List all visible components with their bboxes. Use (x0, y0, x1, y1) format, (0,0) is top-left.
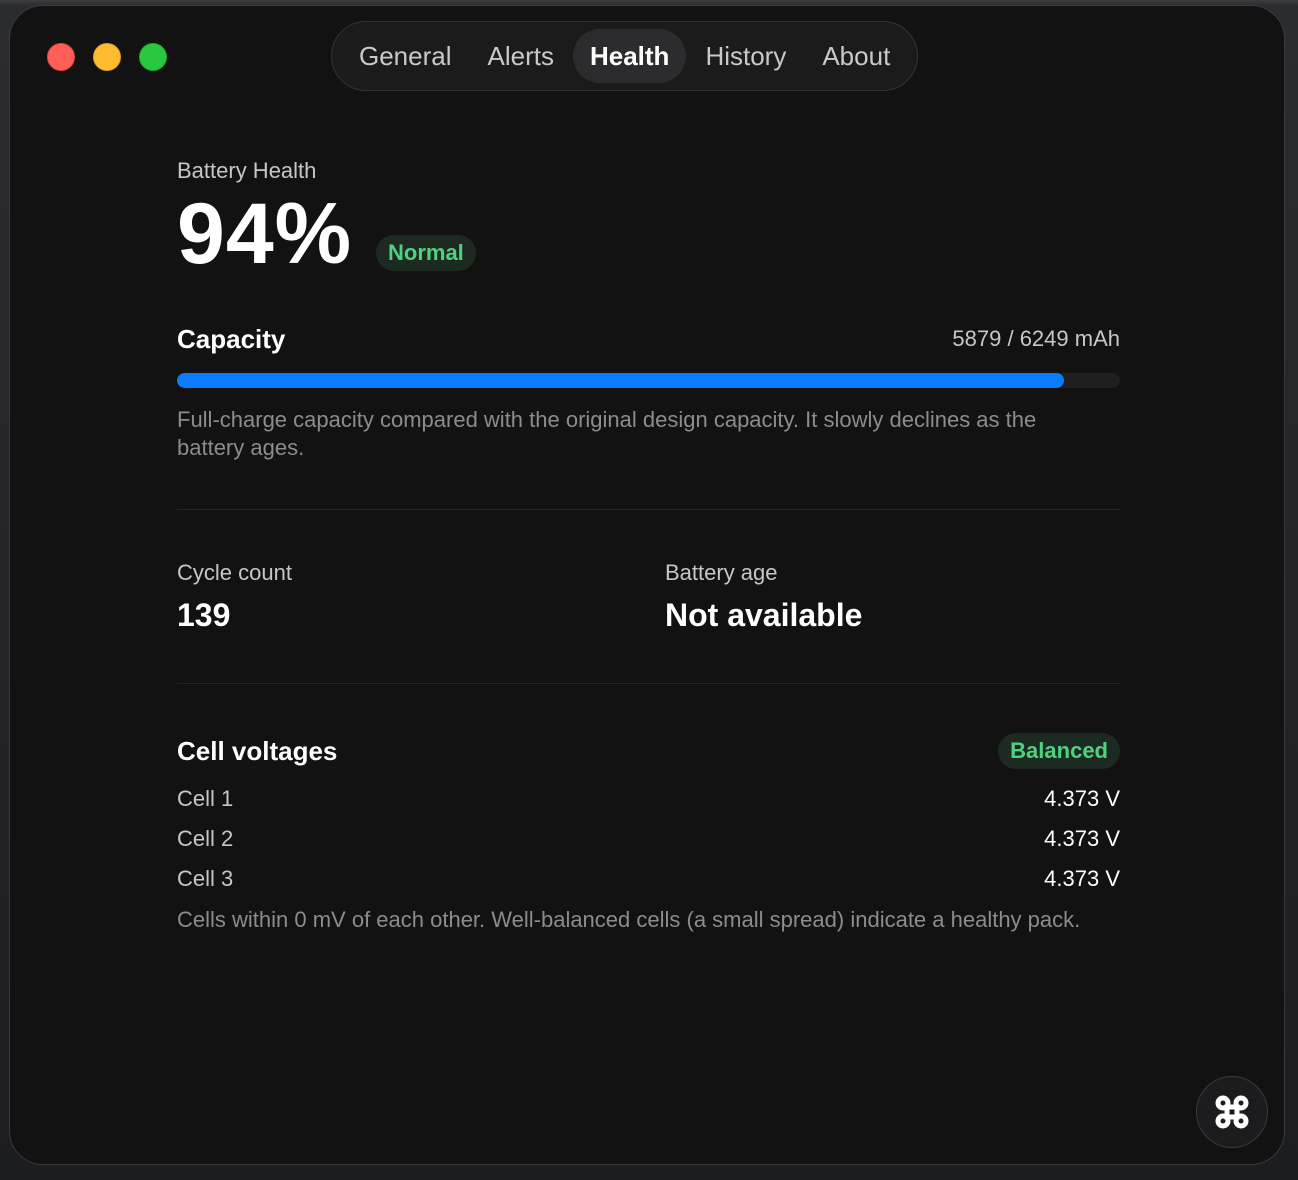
tab-alerts[interactable]: Alerts (471, 29, 571, 83)
tab-about[interactable]: About (805, 29, 907, 83)
capacity-progress-fill (177, 373, 1065, 388)
command-icon (1215, 1095, 1249, 1129)
capacity-description: Full-charge capacity compared with the o… (177, 407, 1037, 460)
list-item: Cell 1 4.373 V (177, 786, 1120, 816)
cell-voltage: 4.373 V (1044, 866, 1120, 891)
health-status-badge: Normal (376, 235, 476, 271)
cycle-count-label: Cycle count (177, 560, 292, 585)
capacity-value: 5879 / 6249 mAh (952, 326, 1120, 351)
battery-health-percent: 94% (177, 186, 353, 282)
battery-age-label: Battery age (665, 560, 778, 585)
cell-voltage: 4.373 V (1044, 826, 1120, 851)
divider (177, 509, 1120, 510)
window-controls (47, 43, 167, 71)
tab-general[interactable]: General (342, 29, 469, 83)
settings-window: General Alerts Health History About Batt… (9, 5, 1285, 1165)
divider (177, 683, 1120, 684)
cell-voltage: 4.373 V (1044, 786, 1120, 811)
battery-health-label: Battery Health (177, 158, 317, 183)
tab-health[interactable]: Health (572, 29, 687, 83)
cell-name: Cell 2 (177, 826, 234, 851)
close-window-button[interactable] (47, 43, 75, 71)
list-item: Cell 2 4.373 V (177, 826, 1120, 856)
cell-balance-badge: Balanced (998, 733, 1120, 769)
list-item: Cell 3 4.373 V (177, 866, 1120, 896)
capacity-title: Capacity (177, 324, 286, 354)
minimize-window-button[interactable] (93, 43, 121, 71)
tab-history[interactable]: History (688, 29, 803, 83)
cell-voltages-title: Cell voltages (177, 736, 338, 766)
cell-name: Cell 1 (177, 786, 234, 811)
zoom-window-button[interactable] (139, 43, 167, 71)
cell-name: Cell 3 (177, 866, 234, 891)
cell-voltages-description: Cells within 0 mV of each other. Well-ba… (177, 907, 1081, 932)
cycle-count-value: 139 (177, 597, 231, 633)
capacity-progress-bar (177, 373, 1120, 388)
tab-bar: General Alerts Health History About (331, 21, 919, 91)
battery-age-value: Not available (665, 597, 863, 633)
command-button[interactable] (1196, 1076, 1268, 1148)
